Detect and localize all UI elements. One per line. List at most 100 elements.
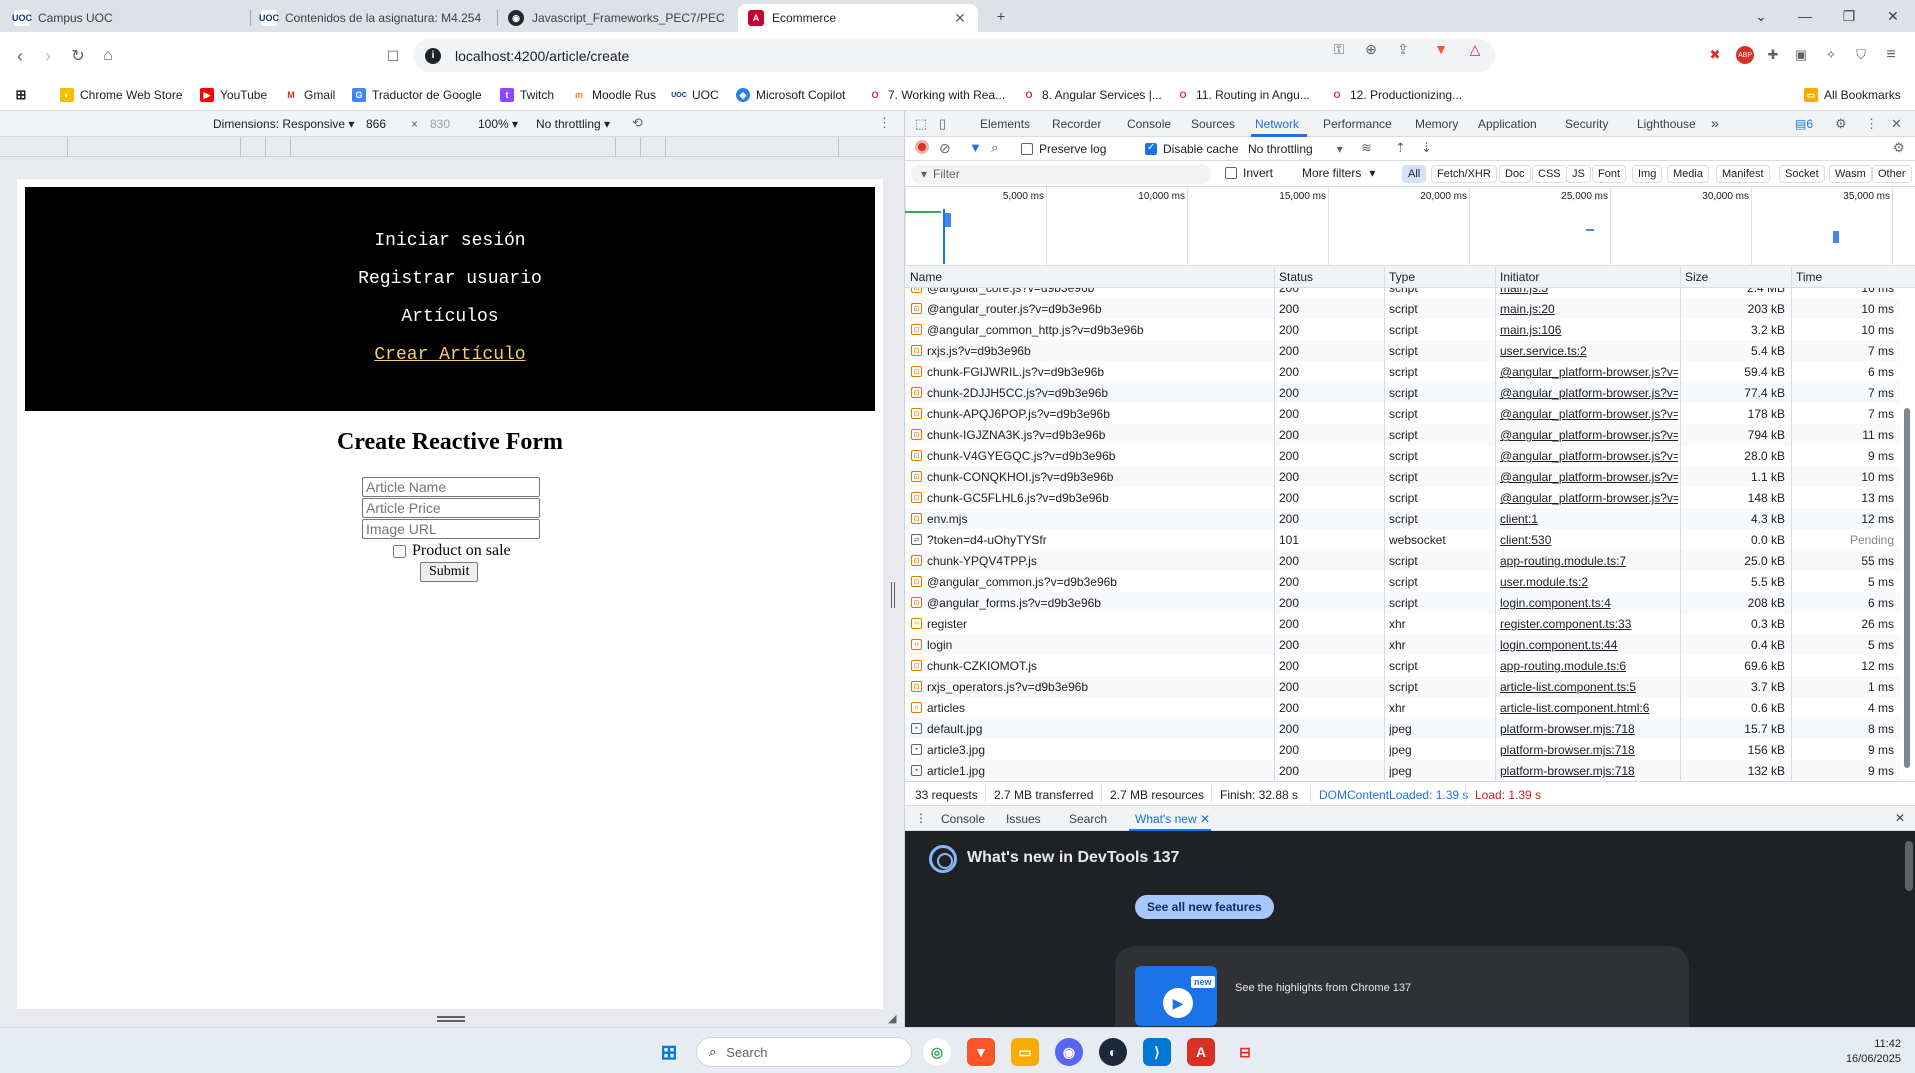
network-overview-timeline[interactable]: 5,000 ms 10,000 ms 15,000 ms 20,000 ms 2… xyxy=(905,187,1915,266)
extensions-icon[interactable]: ✚ xyxy=(1764,46,1782,64)
filter-chip-all[interactable]: All xyxy=(1402,165,1427,183)
table-row[interactable]: ▪ default.jpg 200 jpeg platform-browser.mjs:… xyxy=(905,718,1900,739)
taskbar-search[interactable]: ⌕ Search xyxy=(696,1037,912,1067)
site-info-icon[interactable]: i xyxy=(425,47,441,64)
table-row[interactable]: ‹› register 200 xhr register.component.ts:33… xyxy=(905,613,1900,634)
more-tabs-icon[interactable]: » xyxy=(1711,115,1719,131)
table-row[interactable]: ▪ article3.jpg 200 jpeg platform-browser.mjs… xyxy=(905,739,1900,760)
tab-contenidos[interactable]: UOC Contenidos de la asignatura: M4.254 xyxy=(251,4,497,32)
drawer-tab-search[interactable]: Search xyxy=(1069,812,1107,826)
vscode-icon[interactable]: ⟩ xyxy=(1143,1038,1171,1066)
bookmark-traductor[interactable]: G Traductor de Google xyxy=(352,86,482,104)
table-row[interactable]: ⊡ @angular_forms.js?v=d9b3e96b 200 script lo… xyxy=(905,592,1900,613)
request-initiator-link[interactable]: @angular_platform-browser.js?v= xyxy=(1500,365,1678,379)
column-type[interactable]: Type xyxy=(1389,270,1415,284)
see-all-features-button[interactable]: See all new features xyxy=(1135,895,1274,919)
table-row[interactable]: ⊡ chunk-FGIJWRIL.js?v=d9b3e96b 200 script @a… xyxy=(905,361,1900,382)
record-icon[interactable] xyxy=(915,140,929,154)
clear-icon[interactable]: ⊘ xyxy=(939,140,951,157)
device-throttling-select[interactable]: No throttling ▾ xyxy=(536,117,610,131)
filter-chip-other[interactable]: Other xyxy=(1872,165,1912,183)
device-height-input[interactable]: 830 xyxy=(430,117,450,131)
table-row[interactable]: ‹› articles 200 xhr article-list.component.h… xyxy=(905,697,1900,718)
devtools-tab-lighthouse[interactable]: Lighthouse xyxy=(1637,117,1696,131)
network-settings-icon[interactable]: ⚙ xyxy=(1893,140,1905,156)
apps-icon[interactable]: ⊞ xyxy=(14,86,34,104)
devtools-tab-elements[interactable]: Elements xyxy=(980,117,1030,131)
chrome-icon[interactable]: ◎ xyxy=(923,1038,951,1066)
video-thumbnail[interactable]: new ▶ xyxy=(1135,966,1217,1026)
drawer-menu-icon[interactable]: ⋮ xyxy=(915,811,927,825)
table-row[interactable]: ⊡ env.mjs 200 script client:1 4.3 kB 12 ms xyxy=(905,508,1900,529)
request-initiator-link[interactable]: client:530 xyxy=(1500,533,1678,547)
brave-icon[interactable]: ▼ xyxy=(967,1038,995,1066)
devtools-tab-memory[interactable]: Memory xyxy=(1415,117,1458,131)
devtools-tab-recorder[interactable]: Recorder xyxy=(1052,117,1101,131)
bookmark-page-icon[interactable]: ☐ xyxy=(379,42,407,70)
drawer-tab-issues[interactable]: Issues xyxy=(1006,812,1041,826)
acrobat-icon[interactable]: A xyxy=(1187,1038,1215,1066)
search-icon[interactable]: ⌕ xyxy=(991,140,998,156)
extension-block-icon[interactable]: ✖ xyxy=(1706,46,1724,64)
table-row[interactable]: ⊡ chunk-YPQV4TPP.js 200 script app-routing.m… xyxy=(905,550,1900,571)
issues-counter[interactable]: ▤6 xyxy=(1795,117,1813,131)
network-throttling-select[interactable]: No throttling ▾ xyxy=(1248,142,1343,156)
drawer-tab-console[interactable]: Console xyxy=(941,812,985,826)
all-bookmarks[interactable]: ▭ All Bookmarks xyxy=(1804,86,1901,104)
table-row[interactable]: ⊡ chunk-GC5FLHL6.js?v=d9b3e96b 200 script @a… xyxy=(905,487,1900,508)
brave-rewards-icon[interactable]: △ xyxy=(1466,40,1484,58)
close-drawer-icon[interactable]: ✕ xyxy=(1895,811,1905,825)
nav-articles-link[interactable]: Artículos xyxy=(25,307,875,327)
table-row[interactable]: ⊡ rxjs_operators.js?v=d9b3e96b 200 script ar… xyxy=(905,676,1900,697)
request-initiator-link[interactable]: article-list.component.ts:5 xyxy=(1500,680,1678,694)
request-initiator-link[interactable]: platform-browser.mjs:718 xyxy=(1500,743,1678,757)
request-initiator-link[interactable]: main.js:5 xyxy=(1500,288,1678,295)
devtools-tab-security[interactable]: Security xyxy=(1565,117,1608,131)
bookmark-routing[interactable]: O 11. Routing in Angu... xyxy=(1176,86,1309,104)
bookmark-gmail[interactable]: M Gmail xyxy=(284,86,335,104)
windows-start-icon[interactable]: ⊞ xyxy=(655,1038,683,1066)
drawer-tab-whats-new[interactable]: What's new ✕ xyxy=(1135,812,1210,826)
close-tab-icon[interactable]: ✕ xyxy=(952,10,968,27)
table-row[interactable]: ⊡ chunk-V4GYEGQC.js?v=d9b3e96b 200 script @a… xyxy=(905,445,1900,466)
nav-login-link[interactable]: Iniciar sesión xyxy=(25,231,875,251)
table-row[interactable]: ⊡ @angular_common_http.js?v=d9b3e96b 200 sc… xyxy=(905,319,1900,340)
request-initiator-link[interactable]: @angular_platform-browser.js?v= xyxy=(1500,449,1678,463)
nav-register-link[interactable]: Registrar usuario xyxy=(25,269,875,289)
table-row[interactable]: ⊡ rxjs.js?v=d9b3e96b 200 script user.service… xyxy=(905,340,1900,361)
brave-shields-icon[interactable]: ▼ xyxy=(1432,40,1450,58)
import-har-icon[interactable]: ⇡ xyxy=(1395,140,1406,156)
bookmark-productionizing[interactable]: O 12. Productionizing... xyxy=(1330,86,1462,104)
article-name-input[interactable] xyxy=(362,477,540,497)
filter-chip-js[interactable]: JS xyxy=(1566,165,1591,183)
minimize-icon[interactable]: — xyxy=(1790,4,1820,28)
image-url-input[interactable] xyxy=(362,519,540,539)
filter-chip-socket[interactable]: Socket xyxy=(1779,165,1825,183)
zoom-icon[interactable]: ⊕ xyxy=(1362,40,1380,58)
tab-search-chevron-icon[interactable]: ⌄ xyxy=(1746,4,1776,28)
request-initiator-link[interactable]: app-routing.module.ts:6 xyxy=(1500,659,1678,673)
request-initiator-link[interactable]: user.service.ts:2 xyxy=(1500,344,1678,358)
discord-icon[interactable]: ◉ xyxy=(1055,1038,1083,1066)
request-initiator-link[interactable]: @angular_platform-browser.js?v= xyxy=(1500,470,1678,484)
close-window-icon[interactable]: ✕ xyxy=(1878,4,1908,28)
drawer-scrollbar[interactable] xyxy=(1905,841,1913,891)
request-initiator-link[interactable]: main.js:106 xyxy=(1500,323,1678,337)
taskbar-clock[interactable]: 11:42 16/06/2025 xyxy=(1846,1037,1901,1067)
device-more-icon[interactable]: ⋮ xyxy=(878,115,891,131)
table-row[interactable]: ▪ article1.jpg 200 jpeg platform-browser.mjs… xyxy=(905,760,1900,781)
menu-icon[interactable]: ≡ xyxy=(1882,46,1900,64)
bookmark-moodle[interactable]: m Moodle Rus xyxy=(572,86,656,104)
network-app-icon[interactable]: ⊟ xyxy=(1231,1038,1259,1066)
rotate-icon[interactable]: ⟲ xyxy=(632,115,643,131)
devtools-tab-performance[interactable]: Performance xyxy=(1323,117,1392,131)
devtools-tab-network[interactable]: Network xyxy=(1255,117,1299,131)
dimensions-select[interactable]: Dimensions: Responsive ▾ xyxy=(213,117,354,131)
table-row[interactable]: ⊡ chunk-APQJ6POP.js?v=d9b3e96b 200 script @a… xyxy=(905,403,1900,424)
request-initiator-link[interactable]: client:1 xyxy=(1500,512,1678,526)
request-initiator-link[interactable]: @angular_platform-browser.js?v= xyxy=(1500,407,1678,421)
device-toggle-icon[interactable]: ▯ xyxy=(939,116,946,132)
request-initiator-link[interactable]: user.module.ts:2 xyxy=(1500,575,1678,589)
request-initiator-link[interactable]: login.component.ts:44 xyxy=(1500,638,1678,652)
invert-checkbox[interactable]: Invert xyxy=(1225,166,1273,180)
